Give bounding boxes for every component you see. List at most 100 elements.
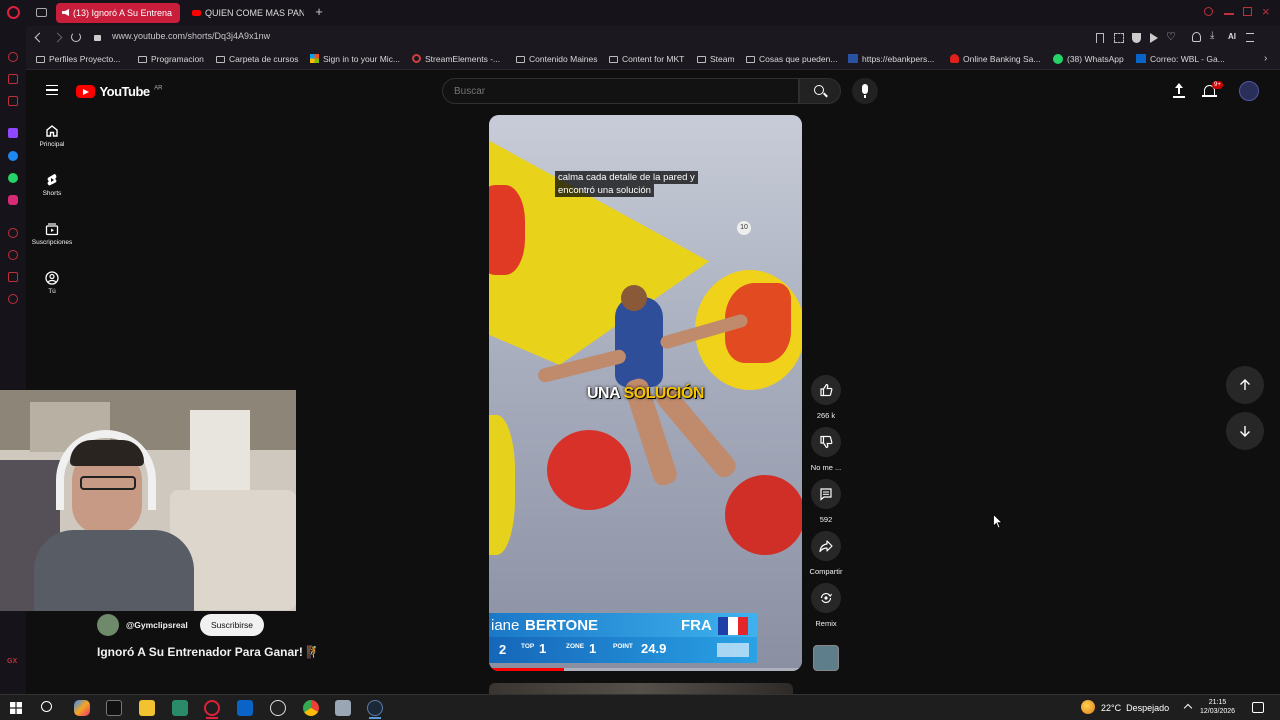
tray-chevron-icon[interactable]	[1183, 703, 1193, 713]
shield-icon[interactable]	[1132, 33, 1141, 43]
player-icon[interactable]	[1150, 33, 1158, 43]
voice-search-button[interactable]	[852, 78, 878, 104]
share-button[interactable]: Compartir	[796, 531, 856, 576]
taskbar-search-icon[interactable]	[41, 701, 52, 712]
file-explorer-icon[interactable]	[139, 700, 155, 716]
tab-inactive[interactable]: QUIEN COME MAS PANCHO	[186, 3, 304, 23]
windows-start-icon[interactable]	[10, 702, 22, 714]
zone-label: ZONE	[566, 643, 585, 650]
share-label: Compartir	[809, 567, 843, 576]
search-input[interactable]	[443, 79, 798, 103]
avatar[interactable]	[1239, 81, 1259, 101]
heart-icon[interactable]: ♡	[1166, 30, 1176, 43]
bookmarks-more-icon[interactable]: ›	[1264, 53, 1267, 64]
bookmark-item[interactable]: Perfiles Proyecto...	[36, 54, 120, 64]
notifications-center-icon[interactable]	[1252, 702, 1264, 713]
history-icon[interactable]	[8, 250, 18, 260]
nav-shorts[interactable]: Shorts	[26, 173, 78, 197]
gx-corner-icon[interactable]: GX	[7, 658, 17, 665]
bookmark-item[interactable]: Steam	[697, 54, 735, 64]
opera-logo-icon[interactable]	[7, 6, 20, 19]
minimize-button[interactable]	[1224, 13, 1234, 15]
steam-taskbar-icon[interactable]	[367, 700, 383, 716]
bookmark-item[interactable]: Cosas que pueden...	[746, 54, 837, 64]
next-short-button[interactable]	[1226, 412, 1264, 450]
bookmark-item[interactable]: Sign in to your Mic...	[310, 54, 400, 64]
video-progress-track[interactable]	[489, 668, 802, 671]
thumbs-up-icon	[820, 383, 833, 397]
instagram-icon[interactable]	[8, 195, 18, 205]
hamburger-menu-icon[interactable]	[46, 85, 58, 95]
outlook-taskbar-icon[interactable]	[237, 700, 253, 716]
subscribe-button[interactable]: Suscribirse	[200, 614, 264, 636]
youtube-logo[interactable]: YouTube AR	[76, 83, 162, 99]
tab-active[interactable]: (13) Ignoró A Su Entrena	[56, 3, 180, 23]
aria-icon[interactable]	[8, 52, 18, 62]
extensions-icon[interactable]	[8, 272, 18, 282]
bookmark-item[interactable]: Content for MKT	[609, 54, 684, 64]
menu-icon[interactable]	[1246, 33, 1254, 42]
search-button[interactable]	[799, 78, 841, 104]
download-icon[interactable]: ⤓	[1210, 30, 1214, 41]
like-button[interactable]: 266 k	[796, 375, 856, 420]
bookmark-item[interactable]: StreamElements -...	[412, 54, 500, 64]
back-icon[interactable]	[34, 32, 45, 43]
tab-menu-icon[interactable]	[36, 8, 47, 17]
nav-home[interactable]: Principal	[26, 124, 78, 148]
bookmark-item[interactable]: Carpeta de cursos	[216, 54, 298, 64]
bookmark-item[interactable]: Online Banking Sa...	[950, 54, 1041, 64]
reload-icon[interactable]	[71, 32, 81, 42]
new-tab-button[interactable]: +	[312, 5, 326, 19]
settings-icon[interactable]	[8, 294, 18, 304]
nav-subscriptions[interactable]: Suscripciones	[26, 222, 78, 246]
bookmark-page-icon[interactable]	[1096, 33, 1104, 43]
mail-icon[interactable]	[8, 96, 18, 106]
youtube-play-icon	[76, 85, 95, 98]
dislike-button[interactable]: No me ...	[796, 427, 856, 472]
previous-short-button[interactable]	[1226, 366, 1264, 404]
app-icon[interactable]	[335, 700, 351, 716]
clock[interactable]: 21:15 12/03/2026	[1200, 698, 1235, 716]
close-window-button[interactable]: ×	[1262, 5, 1270, 18]
comments-button[interactable]: 592	[796, 479, 856, 524]
obs-icon[interactable]	[270, 700, 286, 716]
bookmark-item[interactable]: https://ebankpers...	[848, 54, 934, 64]
whatsapp-side-icon[interactable]	[8, 173, 18, 183]
home-icon	[46, 125, 58, 137]
forward-icon[interactable]	[52, 32, 63, 43]
bookmark-item[interactable]: Programacion	[138, 54, 204, 64]
channel-avatar[interactable]	[97, 614, 119, 636]
nav-you[interactable]: Tú	[26, 271, 78, 295]
terminal-icon[interactable]	[106, 700, 122, 716]
chrome-icon[interactable]	[303, 700, 319, 716]
copilot-icon[interactable]	[74, 700, 90, 716]
messages-icon[interactable]	[8, 74, 18, 84]
channel-thumbnail-button[interactable]	[813, 645, 839, 671]
calculator-icon[interactable]	[172, 700, 188, 716]
ai-button[interactable]: AI	[1228, 32, 1236, 41]
channel-handle[interactable]: @Gymclipsreal	[126, 620, 188, 630]
maximize-button[interactable]	[1243, 7, 1252, 16]
bookmark-item[interactable]: Correo: WBL - Ga...	[1136, 54, 1225, 64]
next-video-preview[interactable]	[489, 683, 793, 694]
search-tabs-icon[interactable]	[1204, 7, 1213, 16]
nav-subscriptions-label: Suscripciones	[31, 239, 73, 246]
subtitle-line-1: calma cada detalle de la pared y	[555, 171, 698, 184]
hold-number-tag: 10	[737, 221, 751, 235]
upload-button[interactable]	[1172, 83, 1186, 99]
video-caption: UNA SOLUCIÓN	[489, 385, 802, 403]
twitch-icon[interactable]	[8, 128, 18, 138]
shorts-video-player[interactable]: 10 calma cada detalle de la pared y enco…	[489, 115, 802, 671]
opera-gx-taskbar-icon[interactable]	[204, 700, 220, 716]
weather-text[interactable]: 22°C Despejado	[1101, 703, 1169, 713]
snapshot-icon[interactable]	[1114, 33, 1124, 43]
remix-button[interactable]: Remix	[796, 583, 856, 628]
bookmark-item[interactable]: Contenido Maines	[516, 54, 598, 64]
bookmark-item[interactable]: (38) WhatsApp	[1053, 54, 1124, 64]
account-icon[interactable]	[1192, 32, 1201, 42]
messenger-icon[interactable]	[8, 151, 18, 161]
video-title[interactable]: Ignoró A Su Entrenador Para Ganar! 🧗	[97, 645, 321, 659]
url-field[interactable]: www.youtube.com/shorts/Dq3j4A9x1nw	[112, 31, 270, 41]
player-side-icon[interactable]	[8, 228, 18, 238]
weather-icon[interactable]	[1081, 700, 1095, 714]
